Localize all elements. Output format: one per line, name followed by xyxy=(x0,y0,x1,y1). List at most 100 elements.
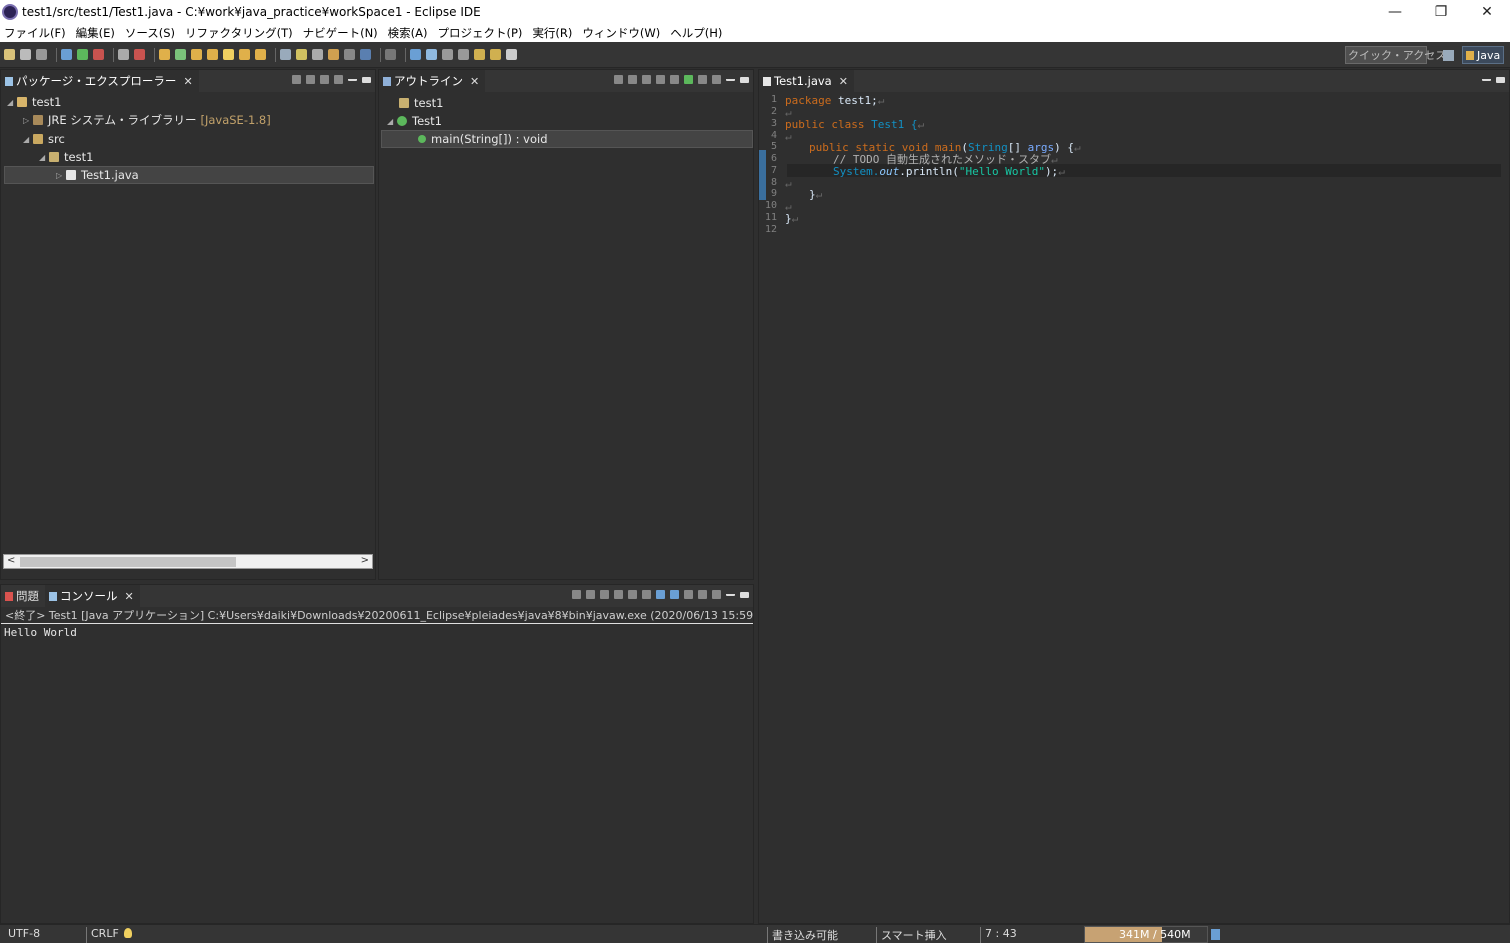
menu-help[interactable]: ヘルプ(H) xyxy=(670,25,722,41)
close-icon[interactable]: ✕ xyxy=(470,75,479,88)
code-editor[interactable]: 1 2 3 4 5 6 7 8 9 10 11 12 package test1… xyxy=(759,92,1509,923)
tab-console[interactable]: コンソール ✕ xyxy=(45,585,140,607)
last-edit-icon[interactable] xyxy=(474,49,485,60)
horizontal-scrollbar[interactable]: < > xyxy=(3,554,373,569)
tree-item-jre[interactable]: ▷ JRE システム・ライブラリー [JavaSE-1.8] xyxy=(23,111,271,129)
annotation-icon[interactable] xyxy=(328,49,339,60)
close-icon[interactable]: ✕ xyxy=(839,75,848,88)
clear-console-icon[interactable] xyxy=(614,590,623,599)
menu-run[interactable]: 実行(R) xyxy=(532,25,572,41)
menu-edit[interactable]: 編集(E) xyxy=(76,25,115,41)
search-icon[interactable] xyxy=(280,49,291,60)
focus-active-task-icon[interactable] xyxy=(684,75,693,84)
menu-search[interactable]: 検索(A) xyxy=(388,25,428,41)
java-perspective-button[interactable]: Java xyxy=(1462,46,1504,64)
menu-file[interactable]: ファイル(F) xyxy=(4,25,66,41)
pencil-icon[interactable] xyxy=(223,49,234,60)
display-console-icon[interactable] xyxy=(698,590,707,599)
terminal-icon[interactable] xyxy=(410,49,421,60)
scrollbar-thumb[interactable] xyxy=(20,557,236,567)
show-whitespace-icon[interactable] xyxy=(360,49,371,60)
scroll-left-icon[interactable]: < xyxy=(7,555,15,566)
tab-problems[interactable]: 問題 xyxy=(1,585,45,607)
tree-item-package[interactable]: ◢ test1 xyxy=(39,148,93,166)
minimize-view-icon[interactable] xyxy=(348,75,357,81)
gear-icon[interactable] xyxy=(426,49,437,60)
hide-static-icon[interactable] xyxy=(642,75,651,84)
save-all-icon[interactable] xyxy=(36,49,47,60)
tree-item-java-file[interactable]: ▷ Test1.java xyxy=(4,166,374,184)
collapsed-arrow-icon[interactable]: ▷ xyxy=(56,171,66,180)
console-output[interactable]: Hello World xyxy=(4,626,77,639)
minimize-button[interactable]: — xyxy=(1372,0,1418,24)
show-on-stderr-icon[interactable] xyxy=(670,590,679,599)
focus-icon[interactable] xyxy=(320,75,329,84)
open-task-icon[interactable] xyxy=(255,49,266,60)
close-window-button[interactable]: ✕ xyxy=(1464,0,1510,24)
save-icon[interactable] xyxy=(20,49,31,60)
sort-icon[interactable] xyxy=(614,75,623,84)
minimize-view-icon[interactable] xyxy=(726,75,735,81)
maximize-view-icon[interactable] xyxy=(362,77,371,83)
link-icon[interactable] xyxy=(698,75,707,84)
minimize-view-icon[interactable] xyxy=(726,590,735,596)
next-annotation-icon[interactable] xyxy=(442,49,453,60)
open-folder-icon[interactable] xyxy=(239,49,250,60)
menu-project[interactable]: プロジェクト(P) xyxy=(438,25,523,41)
remove-launch-icon[interactable] xyxy=(586,590,595,599)
tree-item-project[interactable]: ◢ test1 xyxy=(7,93,61,111)
scroll-right-icon[interactable]: > xyxy=(361,555,369,566)
terminate-icon[interactable] xyxy=(572,590,581,599)
toggle-block-selection-icon[interactable] xyxy=(312,49,323,60)
new-icon[interactable] xyxy=(4,49,15,60)
menu-refactor[interactable]: リファクタリング(T) xyxy=(185,25,293,41)
restore-button[interactable]: ❐ xyxy=(1418,0,1464,24)
back-arrow-icon[interactable] xyxy=(490,49,501,60)
outline-item-package[interactable]: test1 xyxy=(399,94,443,112)
heap-status[interactable]: 341M / 540M xyxy=(1084,926,1208,943)
collapse-all-icon[interactable] xyxy=(292,75,301,84)
maximize-view-icon[interactable] xyxy=(740,77,749,83)
toggle-mark-occurrences-icon[interactable] xyxy=(296,49,307,60)
expanded-arrow-icon[interactable]: ◢ xyxy=(7,98,17,107)
coverage-icon[interactable] xyxy=(118,49,129,60)
tree-item-src[interactable]: ◢ src xyxy=(23,130,65,148)
collapsed-arrow-icon[interactable]: ▷ xyxy=(23,116,33,125)
tab-package-explorer[interactable]: パッケージ・エクスプローラー ✕ xyxy=(1,70,199,92)
lightbulb-icon[interactable] xyxy=(124,928,132,938)
debug-icon[interactable] xyxy=(61,49,72,60)
link-with-editor-icon[interactable] xyxy=(306,75,315,84)
tab-test1-java[interactable]: Test1.java ✕ xyxy=(759,70,854,92)
view-menu-icon[interactable] xyxy=(712,75,721,84)
scroll-lock-icon[interactable] xyxy=(628,590,637,599)
globe-icon[interactable] xyxy=(385,49,396,60)
run-icon[interactable] xyxy=(77,49,88,60)
remove-all-icon[interactable] xyxy=(600,590,609,599)
hide-local-types-icon[interactable] xyxy=(670,75,679,84)
view-menu-icon[interactable] xyxy=(334,75,343,84)
tab-outline[interactable]: アウトライン ✕ xyxy=(379,70,486,92)
pin-console-icon[interactable] xyxy=(684,590,693,599)
open-console-icon[interactable] xyxy=(712,590,721,599)
maximize-view-icon[interactable] xyxy=(740,592,749,598)
external-tools-icon[interactable] xyxy=(93,49,104,60)
outline-item-class[interactable]: ◢ Test1 xyxy=(387,112,442,130)
outline-item-method[interactable]: main(String[]) : void xyxy=(381,130,753,148)
forward-arrow-icon[interactable] xyxy=(506,49,517,60)
expanded-arrow-icon[interactable]: ◢ xyxy=(387,117,397,126)
menu-window[interactable]: ウィンドウ(W) xyxy=(582,25,660,41)
new-java-project-icon[interactable] xyxy=(159,49,170,60)
whitespace-icon[interactable] xyxy=(344,49,355,60)
show-on-stdout-icon[interactable] xyxy=(656,590,665,599)
menu-navigate[interactable]: ナビゲート(N) xyxy=(303,25,378,41)
previous-annotation-icon[interactable] xyxy=(458,49,469,60)
close-icon[interactable]: ✕ xyxy=(125,590,134,603)
minimize-view-icon[interactable] xyxy=(1482,75,1491,81)
maximize-view-icon[interactable] xyxy=(1496,77,1505,83)
new-package-icon[interactable] xyxy=(175,49,186,60)
word-wrap-icon[interactable] xyxy=(642,590,651,599)
expanded-arrow-icon[interactable]: ◢ xyxy=(39,153,49,162)
new-class-icon[interactable] xyxy=(191,49,202,60)
menu-source[interactable]: ソース(S) xyxy=(125,25,175,41)
expanded-arrow-icon[interactable]: ◢ xyxy=(23,135,33,144)
